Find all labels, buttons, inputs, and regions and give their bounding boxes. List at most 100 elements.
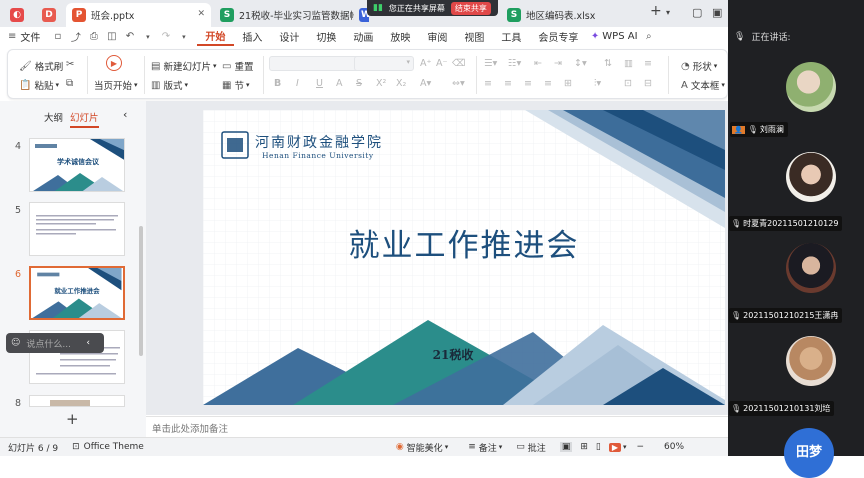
hamburger-icon[interactable]: ≡ bbox=[8, 31, 16, 42]
menu-animation[interactable]: 动画 bbox=[345, 29, 382, 44]
redo-icon[interactable]: ↷ bbox=[160, 31, 172, 43]
participant-tile[interactable]: 🎙 时夏青20211501210129 bbox=[728, 145, 864, 231]
slide-thumbnail-4[interactable]: 学术诚信会议 bbox=[29, 138, 125, 192]
new-tab-icon[interactable]: + bbox=[650, 3, 662, 19]
smartart-icon[interactable]: ⊡ bbox=[624, 78, 632, 89]
slide-thumbnail-8[interactable] bbox=[29, 395, 125, 407]
layout-button[interactable]: ▥ 版式 ▾ bbox=[151, 78, 188, 93]
search-icon[interactable]: ⌕ bbox=[646, 31, 652, 42]
columns-icon[interactable]: ▥ bbox=[624, 58, 633, 69]
shrink-font-icon[interactable]: A⁻ bbox=[436, 58, 448, 69]
indent-icon[interactable]: ⇥ bbox=[554, 58, 562, 69]
line-spacing-icon[interactable]: ↕▾ bbox=[574, 58, 587, 69]
menu-wps-ai[interactable]: WPS AI bbox=[599, 31, 646, 42]
new-slide-button[interactable]: ▤ 新建幻灯片 ▾ bbox=[151, 59, 216, 74]
slide-subtitle[interactable]: 21税收 bbox=[203, 346, 703, 363]
window-icon[interactable]: ▢ bbox=[692, 6, 702, 19]
reading-view-icon[interactable]: ▯ bbox=[596, 442, 601, 452]
shadow-icon[interactable]: A bbox=[336, 78, 343, 89]
cut-button[interactable]: ✂ bbox=[66, 59, 77, 70]
export-icon[interactable]: ⤴ bbox=[70, 31, 82, 44]
tab-spreadsheet-1[interactable]: S 21税收-毕业实习监管数据帐 bbox=[214, 3, 354, 27]
undo-icon[interactable]: ↶ bbox=[124, 31, 136, 43]
text-direction-icon[interactable]: ⇅ bbox=[604, 58, 612, 69]
outdent-icon[interactable]: ⇤ bbox=[534, 58, 542, 69]
chevron-left-icon[interactable]: ‹ bbox=[86, 338, 90, 348]
shape-button[interactable]: ◔ 形状 ▾ bbox=[681, 59, 717, 74]
participant-tile[interactable]: 👤 🎙 刘雨澜 bbox=[728, 56, 864, 137]
chevron-down-icon[interactable]: ▾ bbox=[178, 31, 190, 43]
stop-share-button[interactable]: 结束共享 bbox=[450, 1, 491, 15]
tab-docer[interactable]: D bbox=[36, 3, 62, 27]
italic-icon[interactable]: I bbox=[296, 78, 299, 89]
layout-icon[interactable]: ▣ bbox=[712, 6, 722, 19]
tab-pptx[interactable]: P 班会.pptx ✕ bbox=[66, 3, 211, 27]
subscript-icon[interactable]: X₂ bbox=[396, 78, 406, 89]
emoji-icon[interactable]: ☺ bbox=[11, 338, 20, 348]
zoom-level[interactable]: 60% bbox=[664, 442, 684, 452]
section-button[interactable]: ▦ 节 ▾ bbox=[222, 78, 249, 93]
char-spacing-icon[interactable]: ⇔▾ bbox=[452, 78, 465, 89]
chevron-down-icon[interactable]: ▾ bbox=[499, 443, 503, 451]
menu-insert[interactable]: 插入 bbox=[234, 29, 271, 44]
menu-review[interactable]: 审阅 bbox=[419, 29, 456, 44]
scrollbar[interactable] bbox=[139, 226, 143, 356]
tab-home[interactable]: ◐ bbox=[4, 3, 30, 27]
slideshow-icon[interactable]: ▶ bbox=[608, 442, 621, 452]
zoom-out-icon[interactable]: − bbox=[637, 442, 645, 452]
chevron-down-icon[interactable]: ▾ bbox=[623, 443, 627, 451]
text-fit-icon[interactable]: ⊟ bbox=[644, 78, 652, 89]
copy-button[interactable]: ⧉ bbox=[66, 78, 76, 89]
font-size-select[interactable]: ▾ bbox=[354, 56, 414, 71]
underline-icon[interactable]: U bbox=[316, 78, 323, 89]
strikethrough-icon[interactable]: S bbox=[356, 78, 362, 89]
slide-title[interactable]: 就业工作推进会 bbox=[203, 220, 725, 265]
collapse-panel-icon[interactable]: ‹ bbox=[123, 108, 127, 121]
chat-input[interactable]: ☺ 说点什么... ‹ bbox=[6, 333, 104, 353]
bullets-icon[interactable]: ☰▾ bbox=[484, 58, 497, 69]
vertical-align-icon[interactable]: ⫶▾ bbox=[594, 78, 601, 89]
theme-name[interactable]: Office Theme bbox=[84, 442, 144, 452]
menu-file[interactable]: 文件 bbox=[16, 29, 49, 44]
bold-icon[interactable]: B bbox=[274, 78, 281, 89]
menu-slideshow[interactable]: 放映 bbox=[382, 29, 419, 44]
format-painter-button[interactable]: 🖌 格式刷 bbox=[19, 59, 63, 74]
participant-tile[interactable]: 🎙 20211501210131刘培 bbox=[728, 326, 864, 416]
menu-design[interactable]: 设计 bbox=[271, 29, 308, 44]
slide-thumbnail-5[interactable] bbox=[29, 202, 125, 256]
menu-transitions[interactable]: 切换 bbox=[308, 29, 345, 44]
align-left-icon[interactable]: ≡ bbox=[484, 78, 492, 89]
participant-tile[interactable]: 🎙 20211501210215王潇冉 bbox=[728, 236, 864, 323]
distribute-icon[interactable]: ⊞ bbox=[564, 78, 572, 89]
notes-pane[interactable]: 单击此处添加备注 bbox=[146, 416, 728, 438]
play-icon[interactable]: ▶ bbox=[106, 55, 122, 71]
print-icon[interactable]: ⎙ bbox=[88, 31, 100, 43]
notes-button[interactable]: 备注 bbox=[479, 441, 497, 454]
menu-home[interactable]: 开始 bbox=[196, 28, 234, 46]
slide-sorter-icon[interactable]: ⊞ bbox=[580, 442, 588, 452]
normal-view-icon[interactable]: ▣ bbox=[559, 442, 573, 452]
font-color-icon[interactable]: A▾ bbox=[420, 78, 431, 89]
chevron-down-icon[interactable]: ▾ bbox=[445, 443, 449, 451]
clear-format-icon[interactable]: ⌫ bbox=[452, 58, 465, 69]
numbering-icon[interactable]: ☷▾ bbox=[508, 58, 521, 69]
align-right-icon[interactable]: ≡ bbox=[524, 78, 532, 89]
start-current-button[interactable]: 当页开始 ▾ bbox=[94, 78, 138, 92]
grow-font-icon[interactable]: A⁺ bbox=[420, 58, 432, 69]
justify-icon[interactable]: ≡ bbox=[544, 78, 552, 89]
chevron-down-icon[interactable]: ▾ bbox=[142, 31, 154, 43]
save-icon[interactable]: ▫ bbox=[52, 31, 64, 43]
align-center-icon[interactable]: ≡ bbox=[504, 78, 512, 89]
preview-icon[interactable]: ◫ bbox=[106, 31, 118, 43]
add-slide-icon[interactable]: + bbox=[66, 410, 79, 428]
textbox-button[interactable]: A 文本框 ▾ bbox=[681, 78, 725, 93]
reset-button[interactable]: ▭ 重置 bbox=[222, 59, 253, 74]
close-icon[interactable]: ✕ bbox=[197, 9, 205, 19]
paste-button[interactable]: 📋 粘贴 ▾ bbox=[19, 78, 59, 93]
superscript-icon[interactable]: X² bbox=[376, 78, 386, 89]
menu-view[interactable]: 视图 bbox=[456, 29, 493, 44]
tab-spreadsheet-2[interactable]: S 地区编码表.xlsx bbox=[501, 3, 641, 27]
slide-6[interactable]: 河南财政金融学院 Henan Finance University 就业工作推进… bbox=[203, 110, 725, 405]
align-text-icon[interactable]: ≡ bbox=[644, 58, 652, 69]
menu-member[interactable]: 会员专享 bbox=[530, 29, 587, 44]
